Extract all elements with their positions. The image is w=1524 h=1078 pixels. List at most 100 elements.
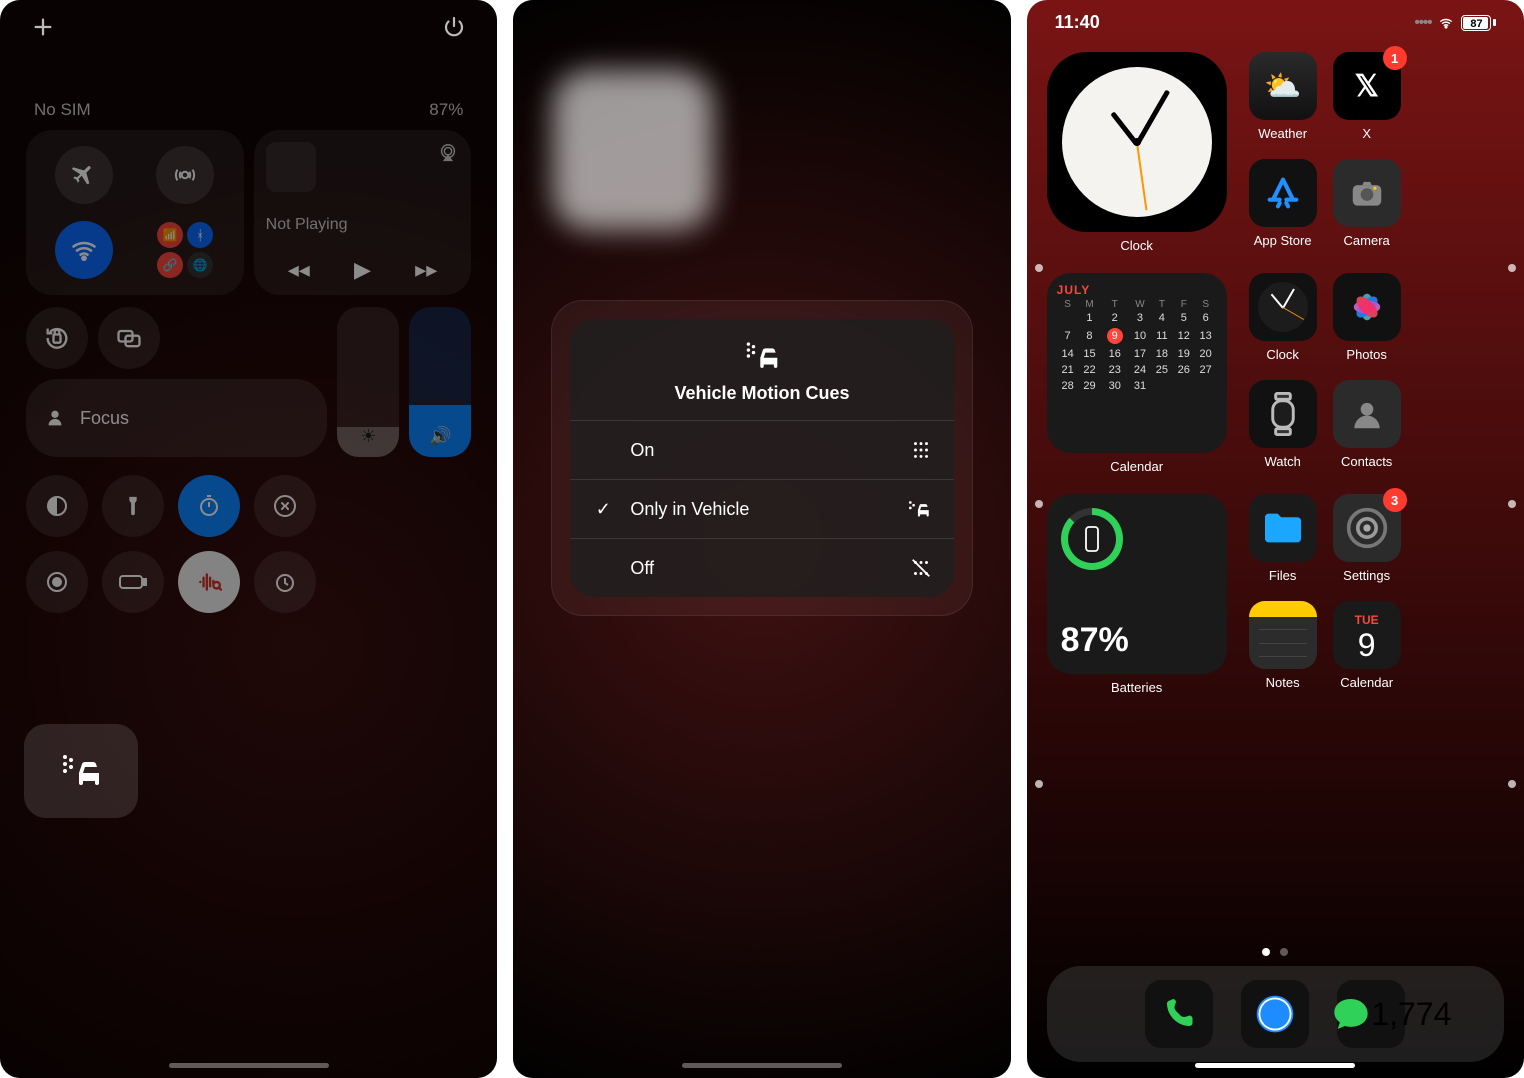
app-label: Weather [1258,126,1307,141]
settings-icon [1345,506,1389,550]
check-icon: ✓ [592,499,614,520]
volume-icon: 🔊 [429,426,451,447]
app-settings[interactable]: 3Settings [1333,494,1401,583]
calendar-app-dow: TUE [1355,613,1379,627]
timer-button[interactable] [178,475,240,537]
calendar-dow: M [1079,299,1101,310]
airplane-toggle[interactable] [55,146,113,204]
home-indicator[interactable] [1195,1063,1355,1068]
app-weather[interactable]: ⛅ Weather [1249,52,1317,141]
prev-track-button[interactable]: ◂◂ [288,257,310,283]
battery-pct: 87 [1462,16,1490,32]
calendar-day: 4 [1151,310,1173,326]
brightness-slider[interactable]: ☀ [337,307,399,457]
app-calendar[interactable]: TUE9Calendar [1333,601,1401,690]
motion-cue-dot [1035,264,1043,272]
calendar-dow: W [1129,299,1151,310]
calendar-grid: SMTWTFS123456789101112131415161718192021… [1057,299,1217,394]
badge: 1 [1383,46,1407,70]
calendar-day: 14 [1057,346,1079,362]
focus-button[interactable]: Focus [26,379,327,457]
weather-icon: ⛅ [1264,69,1301,104]
app-appstore[interactable]: App Store [1249,159,1317,248]
edit-topbar [0,14,497,40]
messages-icon [1331,994,1371,1034]
clock-widget[interactable] [1047,52,1227,232]
screen-record-button[interactable] [26,551,88,613]
dock-app-messages[interactable]: 1,774 [1337,980,1405,1048]
app-label: App Store [1254,233,1312,248]
blurred-clock-widget [553,70,713,230]
voice-memo-button[interactable] [178,551,240,613]
calendar-month: JULY [1057,283,1217,297]
badge: 3 [1383,488,1407,512]
low-power-button[interactable] [102,551,164,613]
calendar-dow: T [1151,299,1173,310]
orientation-lock-button[interactable] [26,307,88,369]
cues-on-icon [910,439,932,461]
cellular-toggle[interactable]: 📶 [157,222,183,248]
vehicle-motion-cues-tile[interactable] [24,724,138,818]
media-group[interactable]: Not Playing ◂◂ ▶ ▸▸ [254,130,472,295]
battery-pct-big: 87% [1061,621,1213,660]
dock-app-phone[interactable] [1145,980,1213,1048]
calendar-day: 17 [1129,346,1151,362]
batteries-widget[interactable]: 87% [1047,494,1227,674]
battery-label: 87% [429,100,463,120]
power-button[interactable] [441,14,467,40]
next-track-button[interactable]: ▸▸ [415,257,437,283]
flashlight-button[interactable] [102,475,164,537]
page-indicator[interactable] [1027,948,1524,956]
calendar-widget[interactable]: JULY SMTWTFS1234567891011121314151617181… [1047,273,1227,453]
calendar-dow: S [1057,299,1079,310]
calendar-day: 10 [1129,326,1151,346]
screen-mirroring-button[interactable] [98,307,160,369]
airdrop-toggle[interactable] [156,146,214,204]
camera-icon [1348,174,1386,212]
app-files[interactable]: Files [1249,494,1317,583]
cc-shortcut-grid [26,475,471,613]
dark-mode-button[interactable] [26,475,88,537]
shazam-button[interactable] [254,475,316,537]
calendar-day: 28 [1057,378,1079,394]
option-label: Off [630,558,654,579]
status-time: 11:40 [1055,12,1100,33]
vpn-toggle[interactable]: 🌐 [187,252,213,278]
dock-app-safari[interactable] [1241,980,1309,1048]
app-watch[interactable]: Watch [1249,380,1317,469]
app-clock[interactable]: Clock [1249,273,1317,362]
bluetooth-toggle[interactable]: ᚼ [187,222,213,248]
app-camera[interactable]: Camera [1333,159,1401,248]
app-x[interactable]: 𝕏1X [1333,52,1401,141]
calendar-day: 24 [1129,362,1151,378]
calendar-day: 20 [1195,346,1217,362]
stopwatch-button[interactable] [254,551,316,613]
option-off[interactable]: Off [570,538,953,597]
app-photos[interactable]: Photos [1333,273,1401,362]
hotspot-toggle[interactable]: 🔗 [157,252,183,278]
volume-slider[interactable]: 🔊 [409,307,471,457]
home-indicator[interactable] [169,1063,329,1068]
wifi-toggle[interactable] [55,221,113,279]
add-control-button[interactable] [30,14,56,40]
home-indicator[interactable] [682,1063,842,1068]
option-only-vehicle[interactable]: ✓Only in Vehicle [570,479,953,538]
app-notes[interactable]: Notes [1249,601,1317,690]
calendar-day: 6 [1195,310,1217,326]
motion-cue-dot [1508,780,1516,788]
play-button[interactable]: ▶ [354,257,371,283]
airplay-audio-icon[interactable] [437,142,459,192]
control-center-edit-screen: No SIM 87% 📶 🔗 [0,0,497,1078]
vehicle-motion-cues-icon [57,751,105,791]
calendar-day: 26 [1173,362,1195,378]
app-contacts[interactable]: Contacts [1333,380,1401,469]
badge: 1,774 [1371,996,1411,1033]
calendar-day: 12 [1173,326,1195,346]
now-playing-label: Not Playing [266,216,460,234]
connectivity-group[interactable]: 📶 🔗 ᚼ 🌐 [26,130,244,295]
phone-icon [1161,996,1197,1032]
calendar-day: 7 [1057,326,1079,346]
option-on[interactable]: On [570,420,953,479]
motion-cue-dot [1508,264,1516,272]
calendar-app-day: 9 [1358,627,1376,664]
